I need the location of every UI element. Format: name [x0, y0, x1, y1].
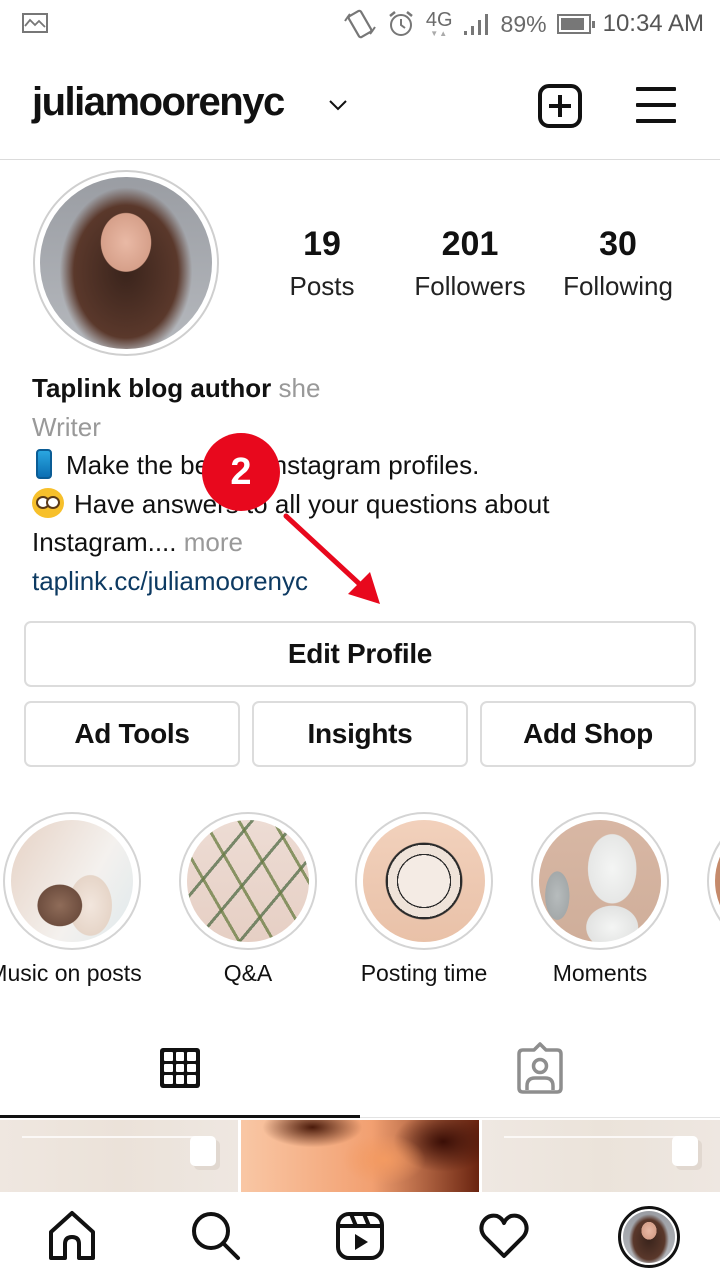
following-count[interactable]: 30 Following: [548, 222, 688, 306]
clock: 10:34 AM: [602, 10, 704, 37]
battery-percent: 89%: [500, 10, 547, 37]
posts-count[interactable]: 19 Posts: [270, 222, 374, 306]
highlight-item[interactable]: Music on posts: [0, 812, 142, 987]
step-number-badge: 2: [202, 433, 280, 511]
highlight-cover: [11, 820, 133, 942]
alarm-icon: [389, 11, 413, 36]
more-link[interactable]: more: [184, 527, 243, 557]
highlight-cover: [187, 820, 309, 942]
reels-icon[interactable]: [334, 1210, 386, 1262]
gallery-notification-icon: [22, 13, 48, 33]
profile-stats: 19 Posts 201 Followers 30 Following: [270, 222, 700, 306]
stat-label: Followers: [414, 271, 526, 301]
tab-posts-grid[interactable]: [0, 1030, 360, 1118]
highlight-item[interactable]: Q&A: [178, 812, 318, 987]
stat-value: 30: [599, 225, 637, 263]
highlight-label: Posting time: [360, 960, 488, 986]
nerd-face-emoji-icon: [32, 487, 64, 518]
username[interactable]: juliamoorenyc: [32, 80, 285, 125]
profile-content-tabs: [0, 1030, 720, 1118]
stat-label: Following: [563, 271, 673, 301]
search-icon[interactable]: [190, 1210, 242, 1262]
profile-avatar[interactable]: [33, 170, 219, 356]
network-4g-icon: 4G ▼▲: [425, 9, 453, 38]
display-name: Taplink blog author: [32, 373, 272, 403]
highlight-label: Moments: [552, 960, 648, 986]
active-tab-indicator: [0, 1115, 360, 1118]
story-highlights[interactable]: Music on posts Q&A Posting time Moments: [0, 812, 720, 992]
chevron-down-icon[interactable]: [328, 98, 348, 112]
profile-tab-avatar[interactable]: [618, 1206, 680, 1268]
ad-tools-button[interactable]: Ad Tools: [24, 701, 240, 767]
highlight-cover: [539, 820, 661, 942]
pronoun: she: [278, 373, 321, 403]
post-thumbnail[interactable]: [0, 1120, 238, 1192]
highlight-item[interactable]: Posting time: [354, 812, 494, 987]
grid-icon: [160, 1048, 200, 1088]
carousel-icon: [190, 1136, 216, 1166]
highlight-label: Music on posts: [0, 960, 142, 986]
category-label: Writer: [32, 411, 101, 442]
new-post-button[interactable]: [538, 84, 582, 128]
posts-grid: [0, 1120, 720, 1192]
bio-line-3: Instagram....: [32, 527, 177, 557]
stat-label: Posts: [289, 271, 355, 301]
edit-profile-button[interactable]: Edit Profile: [24, 621, 696, 687]
heart-icon[interactable]: [478, 1210, 530, 1262]
highlight-cover: [715, 820, 720, 942]
highlight-cover: [363, 820, 485, 942]
highlight-label: Q&A: [223, 960, 273, 986]
vibrate-icon: [344, 9, 376, 39]
profile-header-bar: juliamoorenyc: [0, 60, 720, 160]
mobile-phone-emoji-icon: [36, 449, 52, 479]
hamburger-menu-icon[interactable]: [636, 85, 676, 125]
signal-icon: [463, 14, 488, 35]
post-thumbnail[interactable]: [482, 1120, 720, 1192]
followers-count[interactable]: 201 Followers: [402, 222, 538, 306]
battery-icon: [556, 14, 595, 34]
avatar-photo: [40, 177, 212, 349]
highlight-item[interactable]: Moments: [530, 812, 670, 987]
bottom-navigation: [0, 1192, 720, 1280]
home-icon[interactable]: [46, 1210, 98, 1262]
tagged-user-icon: [517, 1042, 563, 1094]
stat-value: 19: [303, 225, 341, 263]
add-shop-button[interactable]: Add Shop: [480, 701, 696, 767]
insights-button[interactable]: Insights: [252, 701, 468, 767]
avatar-photo: [623, 1211, 675, 1263]
highlight-item[interactable]: [706, 812, 720, 960]
post-thumbnail[interactable]: [241, 1120, 479, 1192]
carousel-icon: [672, 1136, 698, 1166]
tab-tagged[interactable]: [360, 1030, 720, 1116]
annotation-arrow-icon: [283, 513, 380, 604]
status-bar: 4G ▼▲ 89% 10:34 AM: [0, 0, 720, 48]
stat-value: 201: [441, 225, 499, 263]
